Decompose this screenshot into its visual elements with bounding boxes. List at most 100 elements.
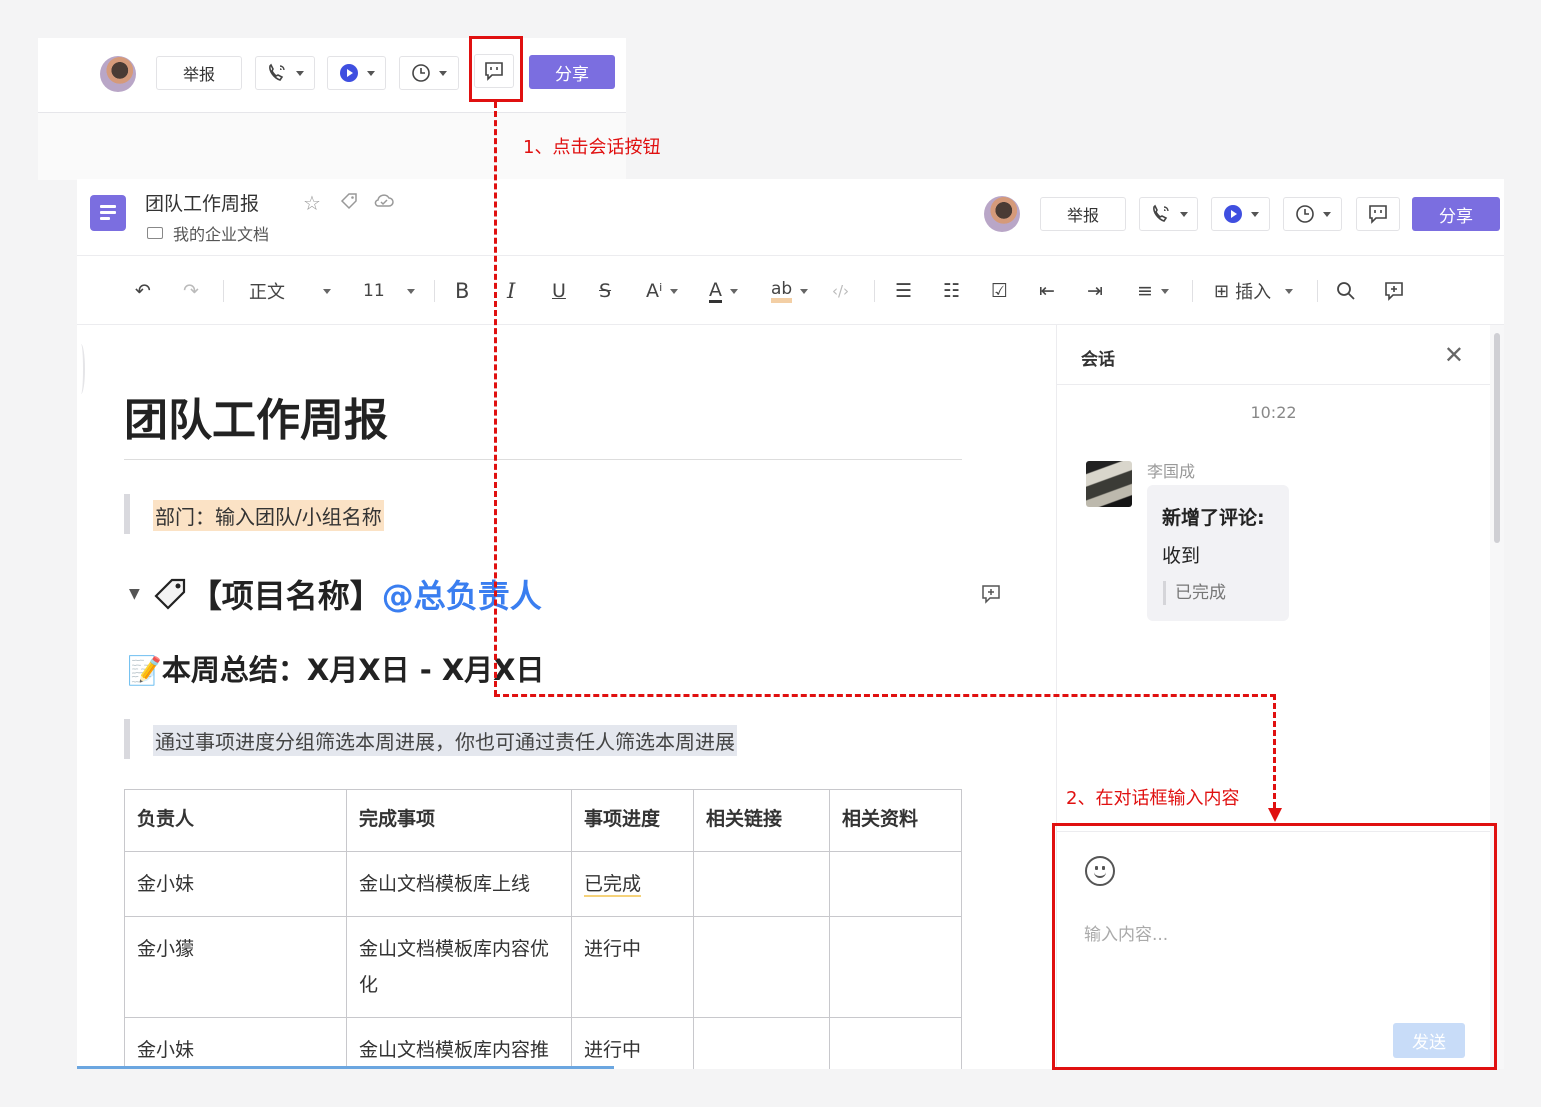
tag-icon[interactable] [339,191,359,216]
share-button[interactable]: 分享 [529,55,615,89]
table-cell[interactable] [693,1017,830,1069]
status-done: 已完成 [584,873,642,897]
project-name: 【项目名称】 [189,577,382,615]
report-button[interactable]: 举报 [156,56,242,90]
code-icon[interactable]: ‹/› [832,256,849,326]
numbered-list-icon[interactable]: ☷ [943,256,960,326]
checkbox-list-icon[interactable]: ☑ [991,256,1008,326]
tip-line[interactable]: 通过事项进度分组筛选本周进展，你也可通过责任人筛选本周进展 [153,725,737,756]
breadcrumb[interactable]: 我的企业文档 [147,221,269,245]
history-button[interactable] [399,56,459,90]
insert-icon: ⊞ [1214,280,1230,302]
chat-bubble-icon [1369,205,1387,224]
play-button[interactable] [327,56,386,90]
message-quote: 已完成 [1163,581,1226,605]
quote-bar [124,719,130,759]
collapse-caret-icon[interactable]: ▼ [129,586,140,602]
format-toolbar: ↶ ↷ 正文 11 B I U S Aⁱ A ab ‹/› ☰ ☷ ☑ ⇤ ⇥ … [77,255,1504,325]
chat-title: 会话 [1081,350,1115,370]
play-icon [1223,205,1242,223]
project-heading[interactable]: ▼ 【项目名称】 @总负责人 [129,571,542,617]
table-cell[interactable] [829,851,962,917]
font-color-icon[interactable]: A [709,256,738,326]
annotation-box-chat-button [469,36,523,102]
department-line[interactable]: 部门：输入团队/小组名称 [153,500,384,531]
cloud-sync-icon[interactable] [373,191,395,216]
undo-icon[interactable]: ↶ [135,256,151,326]
table-cell[interactable] [829,916,962,1018]
table-header[interactable]: 完成事项 [346,789,572,852]
table-cell[interactable]: 金山文档模板库上线 [346,851,572,917]
italic-icon[interactable]: I [507,256,515,326]
summary-heading[interactable]: 📝本周总结：X月X日 - X月X日 [127,647,545,689]
progress-line [77,1066,614,1069]
table-cell[interactable]: 进行中 [571,1017,694,1069]
bullet-list-icon[interactable]: ☰ [895,256,912,326]
table-header[interactable]: 相关链接 [693,789,830,852]
table-cell[interactable]: 金山文档模板库内容推广 [346,1017,572,1069]
chat-message[interactable]: 新增了评论: 收到 已完成 [1147,485,1289,621]
align-icon[interactable]: ≡ [1137,256,1169,326]
history-button[interactable] [1283,197,1342,231]
highlight-icon[interactable]: ab [771,256,809,326]
paragraph-style-value: 正文 [249,282,285,303]
play-button[interactable] [1211,197,1270,231]
star-icon[interactable]: ☆ [303,191,321,215]
annotation-step1: 1、点击会话按钮 [523,137,661,158]
report-button[interactable]: 举报 [1040,197,1126,231]
user-avatar[interactable] [100,56,136,92]
table-header[interactable]: 负责人 [124,789,347,852]
breadcrumb-folder[interactable]: 我的企业文档 [173,221,269,245]
play-icon [339,64,358,82]
chat-user-name: 李国成 [1147,462,1196,481]
table-cell[interactable] [829,1017,962,1069]
table-cell[interactable]: 金小妹 [124,1017,347,1069]
table-header[interactable]: 事项进度 [571,789,694,852]
outdent-icon[interactable]: ⇤ [1039,256,1055,326]
chat-timestamp: 10:22 [1250,403,1297,422]
table-cell-status[interactable]: 已完成 [571,851,694,917]
table-cell[interactable]: 金小妹 [124,851,347,917]
side-handle [77,344,85,394]
table-cell[interactable] [693,916,830,1018]
indent-icon[interactable]: ⇥ [1087,256,1103,326]
share-button[interactable]: 分享 [1412,197,1500,231]
table-row: 金小妹 金山文档模板库内容推广 进行中 [124,1017,962,1069]
user-avatar[interactable] [984,196,1020,232]
underline-icon[interactable]: U [552,256,566,326]
redo-icon[interactable]: ↷ [183,256,199,326]
close-icon[interactable]: ✕ [1444,341,1464,369]
add-comment-inline-icon[interactable] [980,583,1002,609]
call-button[interactable] [255,56,315,90]
table-cell[interactable]: 进行中 [571,916,694,1018]
doc-title[interactable]: 团队工作周报 [145,189,259,216]
table-cell[interactable]: 金山文档模板库内容优化 [346,916,572,1018]
clock-icon [412,64,430,82]
insert-menu[interactable]: ⊞ 插入 [1214,256,1294,326]
doc-heading[interactable]: 团队工作周报 [124,384,388,448]
font-size-value: 11 [363,281,385,301]
heading-divider [124,459,962,460]
table-cell[interactable]: 金小獴 [124,916,347,1018]
superscript-icon[interactable]: Aⁱ [646,256,679,326]
project-mention[interactable]: @总负责人 [382,571,542,617]
chat-button[interactable] [1356,197,1400,231]
annotation-line [494,694,1276,697]
strikethrough-icon[interactable]: S [599,256,611,326]
memo-icon: 📝 [127,654,162,687]
call-button[interactable] [1139,197,1198,231]
scrollbar-thumb[interactable] [1494,333,1500,543]
add-comment-icon[interactable] [1383,256,1405,326]
message-body: 收到 [1162,545,1201,567]
phone-icon [1152,204,1169,222]
bold-icon[interactable]: B [455,256,469,326]
font-size-select[interactable]: 11 [363,256,415,326]
quote-bar [124,494,130,534]
search-icon[interactable] [1336,256,1356,326]
chat-user-avatar[interactable] [1086,461,1132,507]
annotation-line [1273,694,1276,808]
progress-table: 负责人 完成事项 事项进度 相关链接 相关资料 金小妹 金山文档模板库上线 已完… [124,789,962,1069]
paragraph-style-select[interactable]: 正文 [249,256,331,326]
table-cell[interactable] [693,851,830,917]
table-header[interactable]: 相关资料 [829,789,962,852]
